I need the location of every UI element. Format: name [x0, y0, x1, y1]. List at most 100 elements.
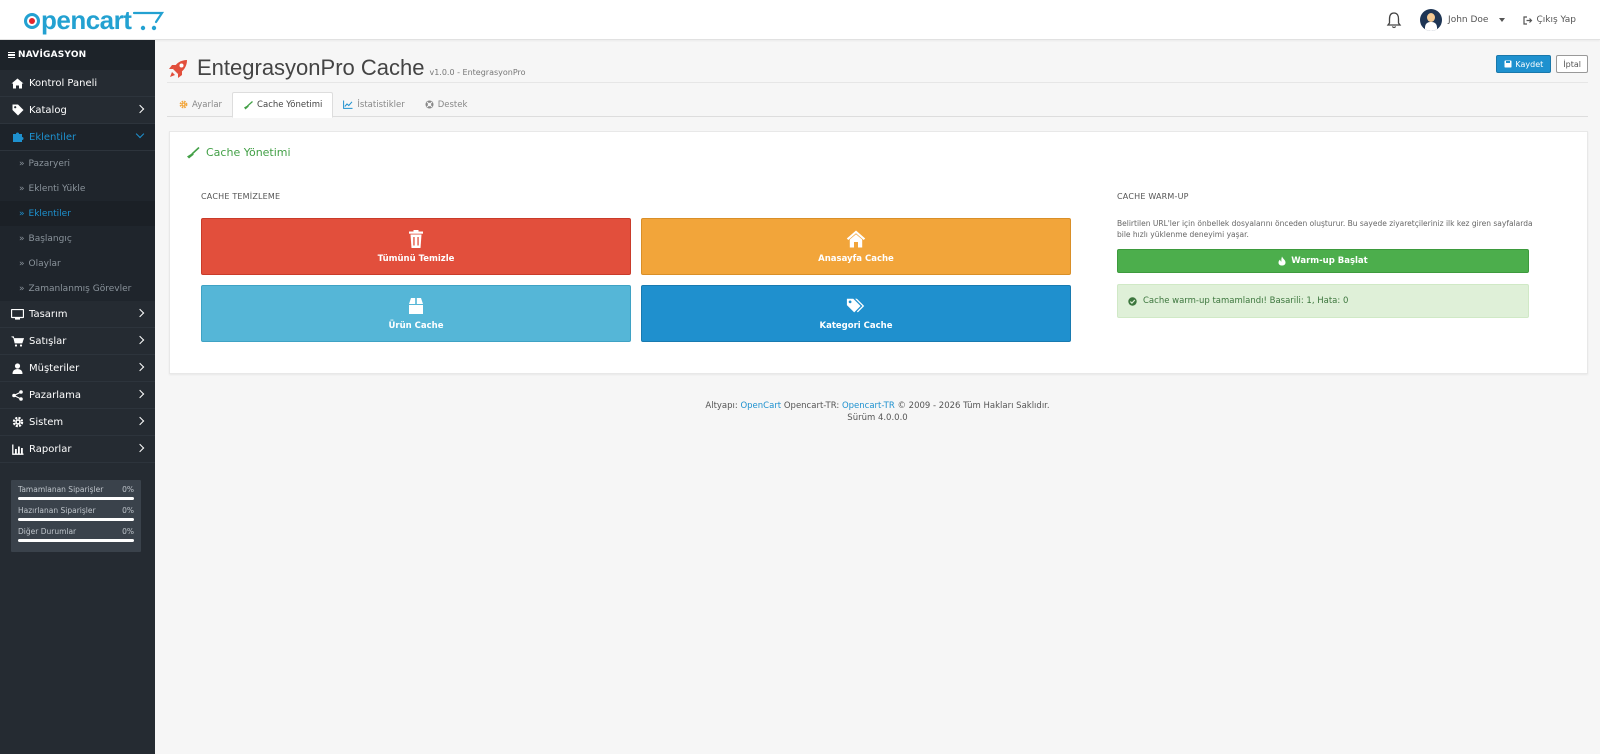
home-icon [11, 77, 24, 89]
extensions-submenu: » Pazaryeri » Eklenti Yükle » Eklentiler » B… [0, 151, 155, 301]
tab-label: İstatistikler [357, 99, 405, 110]
home-cache-button[interactable]: Anasayfa Cache [641, 218, 1071, 275]
warmup-description: Belirtilen URL'ler için önbellek dosyala… [1117, 219, 1533, 239]
header-right: John Doe Çıkış Yap [1386, 0, 1576, 40]
tab-label: Ayarlar [192, 99, 223, 110]
tab-cache-management[interactable]: Cache Yönetimi [232, 92, 334, 118]
broom-icon [244, 100, 253, 109]
submenu-label: Eklenti Yükle [28, 183, 86, 194]
cache-clear-section-label: CACHE TEMİZLEME [201, 192, 281, 201]
chevron-right-icon [135, 362, 145, 372]
tags-icon [846, 298, 865, 313]
main-content: EntegrasyonPro Cache v1.0.0 - Entegrasyo… [155, 40, 1600, 754]
bar-chart-icon [11, 443, 24, 455]
submenu-item-extensions[interactable]: » Eklentiler [0, 201, 155, 226]
footer-link-opencart-tr[interactable]: Opencart-TR [842, 401, 895, 411]
chevron-down-icon [135, 129, 145, 139]
lifebuoy-icon [425, 100, 434, 109]
tag-icon [11, 104, 24, 116]
chevron-right-icon [135, 389, 145, 399]
cache-warmup-section-label: CACHE WARM-UP [1117, 192, 1189, 201]
stat-completed: Tamamlanan Siparişler 0% [18, 485, 134, 500]
product-cache-button[interactable]: Ürün Cache [201, 285, 631, 342]
sidebar-item-label: Katalog [29, 104, 67, 116]
footer-middle: Opencart-TR: [783, 401, 840, 411]
stat-progress-bar [18, 539, 134, 542]
sidebar-item-marketing[interactable]: Pazarlama [0, 382, 155, 409]
category-cache-button[interactable]: Kategori Cache [641, 285, 1071, 342]
logout-label: Çıkış Yap [1536, 15, 1576, 25]
sidebar-item-label: Müşteriler [29, 362, 80, 374]
sidebar: NAVİGASYON Kontrol Paneli Katalog Eklent… [0, 40, 155, 754]
submenu-label: Olaylar [28, 258, 61, 269]
user-menu[interactable]: John Doe [1420, 9, 1506, 31]
submenu-item-cron[interactable]: » Zamanlanmış Görevler [0, 276, 155, 301]
chevron-right-icon [135, 308, 145, 318]
puzzle-icon [11, 131, 24, 143]
sidebar-item-label: Kontrol Paneli [29, 77, 98, 89]
submenu-item-marketplace[interactable]: » Pazaryeri [0, 151, 155, 176]
sidebar-item-catalog[interactable]: Katalog [0, 97, 155, 124]
home-cache-label: Anasayfa Cache [818, 254, 894, 264]
sidebar-item-extensions[interactable]: Eklentiler [0, 124, 155, 151]
warmup-button-label: Warm-up Başlat [1291, 256, 1368, 266]
home-icon [846, 230, 866, 248]
logo-text: pencart [41, 4, 132, 35]
sidebar-item-design[interactable]: Tasarım [0, 301, 155, 328]
chevron-right-icon [135, 416, 145, 426]
submenu-label: Pazaryeri [28, 158, 71, 169]
warmup-start-button[interactable]: Warm-up Başlat [1117, 249, 1529, 273]
gear-icon [11, 416, 24, 428]
submenu-label: Başlangıç [28, 233, 72, 244]
sign-out-icon [1523, 15, 1533, 25]
submenu-item-installer[interactable]: » Eklenti Yükle [0, 176, 155, 201]
tab-label: Cache Yönetimi [257, 100, 323, 110]
page-title: EntegrasyonPro Cache v1.0.0 - Entegrasyo… [167, 52, 526, 80]
top-header: pencart John Doe Çıkış Yap [0, 0, 1600, 40]
stat-label: Diğer Durumlar [18, 527, 77, 536]
save-button[interactable]: Kaydet [1496, 55, 1552, 73]
footer-credits: Altyapı: OpenCart Opencart-TR: Opencart-… [155, 400, 1600, 412]
category-cache-label: Kategori Cache [819, 321, 893, 331]
cancel-label: İptal [1563, 59, 1581, 69]
tab-support[interactable]: Destek [415, 92, 478, 117]
stat-other: Diğer Durumlar 0% [18, 527, 134, 542]
footer-link-opencart[interactable]: OpenCart [740, 401, 781, 411]
footer-version: Sürüm 4.0.0.0 [847, 413, 908, 423]
sidebar-item-label: Sistem [29, 416, 64, 428]
fire-icon [1278, 256, 1286, 266]
submenu-item-startup[interactable]: » Başlangıç [0, 226, 155, 251]
caret-down-icon [1499, 18, 1506, 22]
success-alert: Cache warm-up tamamlandı! Basarili: 1, H… [1117, 284, 1529, 318]
tab-label: Destek [437, 99, 468, 110]
sidebar-item-dashboard[interactable]: Kontrol Paneli [0, 70, 155, 97]
title-divider [167, 82, 1588, 83]
submenu-item-events[interactable]: » Olaylar [0, 251, 155, 276]
sidebar-item-system[interactable]: Sistem [0, 409, 155, 436]
sidebar-item-customers[interactable]: Müşteriler [0, 355, 155, 382]
page-actions: Kaydet İptal [1496, 55, 1588, 73]
tab-statistics[interactable]: İstatistikler [333, 92, 414, 117]
page-title-text: EntegrasyonPro Cache [197, 55, 425, 80]
clear-all-button[interactable]: Tümünü Temizle [201, 218, 631, 275]
logout-link[interactable]: Çıkış Yap [1523, 15, 1576, 25]
panel-heading-text: Cache Yönetimi [206, 146, 291, 159]
sidebar-item-reports[interactable]: Raporlar [0, 436, 155, 463]
rocket-icon [169, 60, 187, 78]
double-angle-icon: » [19, 158, 24, 169]
tab-settings[interactable]: Ayarlar [169, 92, 232, 117]
sidebar-item-sales[interactable]: Satışlar [0, 328, 155, 355]
bell-icon[interactable] [1386, 11, 1402, 29]
sidebar-item-label: Satışlar [29, 335, 67, 347]
opencart-logo[interactable]: pencart [24, 5, 166, 35]
stat-value: 0% [122, 485, 134, 494]
nav-heading: NAVİGASYON [0, 40, 155, 70]
tab-bar: Ayarlar Cache Yönetimi İstatistikler Des… [167, 92, 1588, 118]
stat-value: 0% [122, 527, 134, 536]
product-cache-label: Ürün Cache [388, 321, 444, 331]
cancel-button[interactable]: İptal [1556, 55, 1588, 73]
broom-icon [187, 146, 200, 158]
double-angle-icon: » [19, 208, 24, 219]
sidebar-item-label: Tasarım [29, 308, 68, 320]
success-alert-text: Cache warm-up tamamlandı! Basarili: 1, H… [1143, 296, 1349, 306]
